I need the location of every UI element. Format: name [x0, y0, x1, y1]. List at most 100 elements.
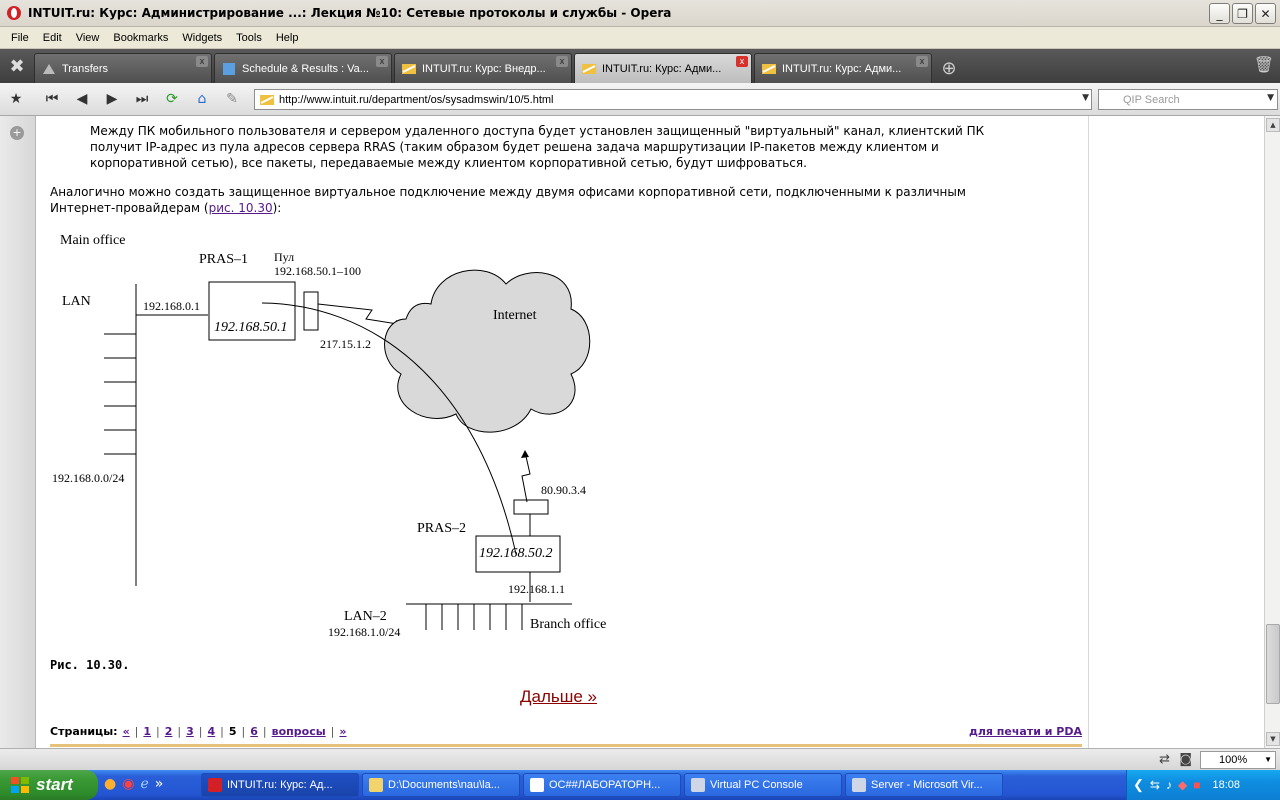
task-virtual-pc[interactable]: Virtual PC Console: [684, 773, 842, 797]
zoom-control[interactable]: 100% ▼: [1200, 751, 1276, 769]
page-link-1[interactable]: 1: [143, 725, 151, 738]
paragraph-1: Между ПК мобильного пользователя и серве…: [90, 123, 984, 171]
page-last-link[interactable]: »: [339, 725, 346, 738]
search-field[interactable]: QIP Search ▼: [1098, 89, 1278, 110]
bookmark-star-icon[interactable]: ★: [4, 88, 28, 110]
pras1-label: PRAS–1: [199, 252, 248, 267]
more-icon[interactable]: »: [155, 776, 164, 792]
minimize-button[interactable]: _: [1209, 3, 1230, 24]
camera-icon[interactable]: ◙: [1179, 752, 1192, 767]
network-icon[interactable]: ⇄: [1159, 752, 1170, 767]
task-label: INTUIT.ru: Курс: Ад...: [227, 779, 333, 791]
lan-hosts: [104, 333, 136, 455]
tab-close-icon[interactable]: x: [196, 56, 208, 67]
print-pda-link[interactable]: для печати и PDA: [969, 725, 1082, 738]
vertical-scrollbar[interactable]: ▲ ▼: [1264, 116, 1280, 748]
task-server[interactable]: Server - Microsoft Vir...: [845, 773, 1003, 797]
scroll-up-icon[interactable]: ▲: [1266, 118, 1280, 132]
close-button[interactable]: ✕: [1255, 3, 1276, 24]
separator: |: [134, 725, 139, 738]
home-icon[interactable]: ⌂: [190, 88, 214, 110]
menu-help[interactable]: Help: [269, 32, 306, 44]
network-icon[interactable]: ⇆: [1150, 778, 1160, 792]
virtual-pc-icon: [691, 778, 705, 792]
pras1-ip: 192.168.50.1: [214, 320, 288, 335]
page-link-2[interactable]: 2: [165, 725, 173, 738]
lan2-network-label: 192.168.1.0/24: [328, 625, 400, 639]
tab-close-icon[interactable]: x: [376, 56, 388, 67]
tab-bar: ✖ Transfers x Schedule & Results : Va...…: [0, 49, 1280, 83]
reload-icon[interactable]: ⟳: [160, 88, 184, 110]
menu-bookmarks[interactable]: Bookmarks: [106, 32, 175, 44]
scroll-thumb[interactable]: [1266, 624, 1280, 704]
edit-icon[interactable]: ✎: [220, 88, 244, 110]
tab-label: Schedule & Results : Va...: [242, 62, 369, 75]
scroll-down-icon[interactable]: ▼: [1266, 732, 1280, 746]
maximize-button[interactable]: ❐: [1232, 3, 1253, 24]
search-dropdown-icon[interactable]: ▼: [1267, 93, 1274, 103]
text-line: Между ПК мобильного пользователя и серве…: [90, 124, 985, 138]
page-first-link[interactable]: «: [123, 725, 130, 738]
next-page-link[interactable]: Дальше »: [520, 687, 597, 707]
internet-cloud: [384, 269, 591, 433]
menu-widgets[interactable]: Widgets: [175, 32, 229, 44]
volume-icon[interactable]: ♪: [1166, 778, 1172, 792]
opera-icon[interactable]: ◉: [122, 776, 134, 792]
separator: |: [330, 725, 335, 738]
folder-icon: [369, 778, 383, 792]
tab-close-icon[interactable]: x: [916, 56, 928, 67]
page-link-3[interactable]: 3: [186, 725, 194, 738]
right-panel: [1088, 116, 1264, 748]
page-link-6[interactable]: 6: [250, 725, 258, 738]
tab-intuit-2[interactable]: INTUIT.ru: Курс: Адми... x: [754, 53, 932, 83]
tab-close-icon[interactable]: x: [556, 56, 568, 67]
tab-intuit-1[interactable]: INTUIT.ru: Курс: Внедр... x: [394, 53, 572, 83]
bottom-divider: [50, 744, 1082, 747]
pras2-ip: 192.168.50.2: [479, 546, 553, 561]
separator: |: [198, 725, 203, 738]
main-office-label: Main office: [60, 233, 125, 248]
lan-label: LAN: [62, 294, 91, 309]
tab-transfers[interactable]: Transfers x: [34, 53, 212, 83]
tab-schedule[interactable]: Schedule & Results : Va... x: [214, 53, 392, 83]
navigation-bar: ★ ⏮ ◀ ▶ ⏭ ⟳ ⌂ ✎ http://www.intuit.ru/dep…: [0, 83, 1280, 116]
menu-tools[interactable]: Tools: [229, 32, 269, 44]
address-bar[interactable]: http://www.intuit.ru/department/os/sysad…: [254, 89, 1092, 110]
qip-icon[interactable]: ●: [104, 776, 116, 792]
page-link-4[interactable]: 4: [208, 725, 216, 738]
adobe-icon[interactable]: ■: [1193, 778, 1200, 792]
back-icon[interactable]: ◀: [70, 88, 94, 110]
forward-icon[interactable]: ▶: [100, 88, 124, 110]
new-tab-icon[interactable]: ⊕: [934, 53, 964, 83]
text-line: получит IP-адрес из пула адресов сервера…: [90, 140, 939, 154]
address-dropdown-icon[interactable]: ▼: [1082, 93, 1089, 103]
rewind-icon[interactable]: ⏮: [40, 88, 64, 110]
pages-label: Страницы:: [50, 725, 118, 738]
ie-icon[interactable]: ℯ: [140, 776, 148, 792]
figure-link[interactable]: рис. 10.30: [209, 201, 273, 215]
task-opera[interactable]: INTUIT.ru: Курс: Ад...: [201, 773, 359, 797]
window-controls: _ ❐ ✕: [1209, 3, 1276, 24]
transfers-icon: [43, 63, 55, 74]
pras2-label: PRAS–2: [417, 521, 466, 536]
start-button[interactable]: start: [0, 770, 98, 800]
task-explorer[interactable]: D:\Documents\nau\la...: [362, 773, 520, 797]
lan2-hosts: [425, 604, 523, 630]
pool-label: Пул: [274, 250, 294, 264]
text-fragment: Интернет-провайдерам (: [50, 201, 209, 215]
trash-icon[interactable]: 🗑: [1254, 55, 1274, 74]
security-icon[interactable]: ◆: [1178, 778, 1187, 792]
zoom-dropdown-icon[interactable]: ▼: [1264, 755, 1272, 764]
questions-link[interactable]: вопросы: [272, 725, 326, 738]
arrow-left-icon[interactable]: ❮: [1133, 777, 1144, 793]
menu-file[interactable]: File: [4, 32, 36, 44]
internet-label: Internet: [493, 308, 537, 323]
fast-forward-icon[interactable]: ⏭: [130, 88, 154, 110]
add-panel-icon[interactable]: +: [10, 126, 24, 140]
menu-edit[interactable]: Edit: [36, 32, 69, 44]
menu-view[interactable]: View: [69, 32, 107, 44]
panel-toggle-icon[interactable]: ✖: [0, 49, 34, 83]
task-word[interactable]: ОС##ЛАБОРАТОРН...: [523, 773, 681, 797]
tab-close-icon[interactable]: x: [736, 56, 748, 67]
tab-intuit-active[interactable]: INTUIT.ru: Курс: Адми... x: [574, 53, 752, 83]
